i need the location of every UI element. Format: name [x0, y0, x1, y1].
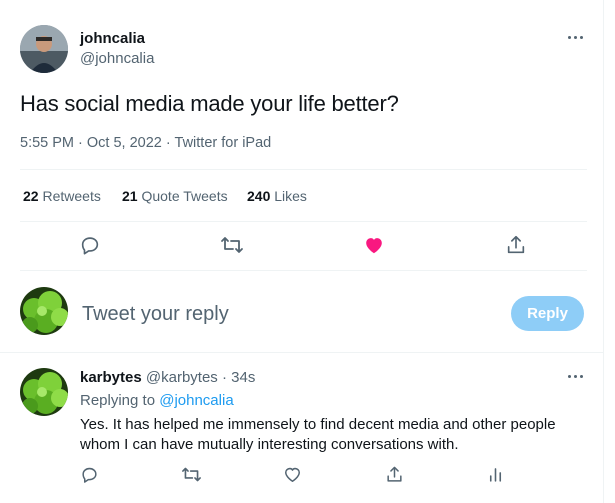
tweet-text: Has social media made your life better?	[20, 91, 399, 116]
reply-author-name[interactable]: karbytes	[80, 369, 142, 386]
share-icon[interactable]	[385, 465, 404, 489]
retweet-icon[interactable]	[181, 465, 202, 489]
retweets-label: Retweets	[42, 188, 101, 204]
analytics-icon[interactable]	[486, 465, 505, 489]
separator: ·	[221, 369, 227, 386]
divider	[0, 352, 603, 353]
tweet-time[interactable]: 5:55 PM	[20, 135, 74, 151]
quotes-count: 21	[122, 188, 138, 204]
reply-author-avatar-image	[20, 368, 68, 416]
quotes-label: Quote Tweets	[141, 188, 228, 204]
separator: ·	[78, 135, 83, 151]
tweet-meta: 5:55 PM · Oct 5, 2022 · Twitter for iPad	[20, 135, 271, 151]
divider	[20, 270, 587, 271]
replying-to: Replying to @johncalia	[80, 392, 234, 409]
reply-text: Yes. It has helped me immensely to find …	[80, 416, 556, 453]
tweet-source[interactable]: Twitter for iPad	[175, 135, 272, 151]
likes-count: 240	[247, 188, 271, 204]
replying-to-handle[interactable]: @johncalia	[159, 392, 233, 409]
tweet-date[interactable]: Oct 5, 2022	[87, 135, 162, 151]
comment-icon[interactable]	[80, 465, 99, 489]
likes-stat[interactable]: 240 Likes	[247, 188, 307, 204]
heart-icon[interactable]	[363, 234, 385, 261]
author-avatar-image	[20, 25, 68, 73]
author-handle[interactable]: @johncalia	[80, 50, 154, 67]
comment-icon[interactable]	[79, 234, 101, 261]
author-display-name[interactable]: johncalia	[80, 30, 145, 47]
retweets-count: 22	[23, 188, 39, 204]
divider	[20, 221, 587, 222]
quote-tweets-stat[interactable]: 21 Quote Tweets	[122, 188, 228, 204]
tweet-thread: johncalia @johncalia Has social media ma…	[0, 0, 604, 503]
reply-button[interactable]: Reply	[511, 296, 584, 331]
reply-author-handle[interactable]: @karbytes	[146, 369, 218, 386]
current-user-avatar-image	[20, 287, 68, 335]
more-icon[interactable]	[566, 372, 586, 382]
reply-author-avatar[interactable]	[20, 368, 68, 416]
author-avatar[interactable]	[20, 25, 68, 73]
reply-time[interactable]: 34s	[231, 369, 255, 386]
replying-to-label: Replying to	[80, 392, 156, 409]
likes-label: Likes	[274, 188, 307, 204]
share-icon[interactable]	[505, 234, 527, 261]
retweets-stat[interactable]: 22 Retweets	[23, 188, 101, 204]
retweet-icon[interactable]	[220, 234, 244, 261]
reply-header: karbytes @karbytes · 34s	[80, 369, 255, 386]
divider	[20, 169, 587, 170]
separator: ·	[165, 135, 171, 151]
heart-icon[interactable]	[283, 465, 302, 489]
more-icon[interactable]	[566, 33, 586, 43]
reply-input[interactable]: Tweet your reply	[82, 303, 229, 326]
current-user-avatar[interactable]	[20, 287, 68, 335]
